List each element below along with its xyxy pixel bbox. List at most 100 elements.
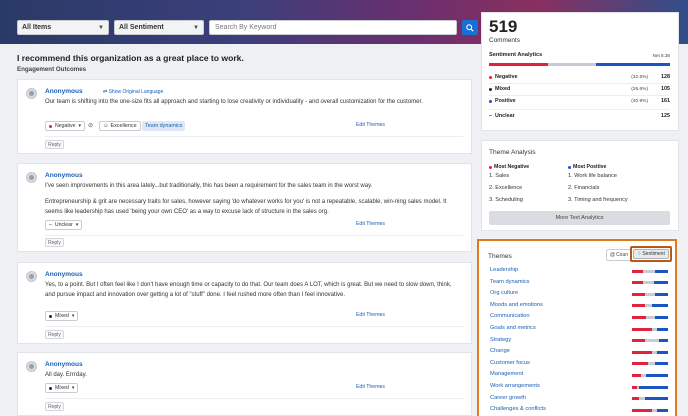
theme-name[interactable]: Org culture	[490, 290, 518, 296]
mixed-dot-icon	[49, 314, 52, 318]
show-language-label: Show Original Language	[108, 88, 164, 95]
theme-row[interactable]: Moods and emotions	[490, 302, 670, 313]
edit-themes-link[interactable]: Edit Themes	[356, 221, 385, 227]
negative-theme-item: 1. Sales	[489, 173, 510, 179]
theme-name[interactable]: Change	[490, 348, 510, 354]
theme-row[interactable]: Team dynamics	[490, 279, 670, 290]
search-button[interactable]	[462, 20, 478, 35]
edit-themes-link[interactable]: Edit Themes	[356, 384, 385, 390]
theme-bar-pos	[657, 327, 668, 331]
sentiment-dropdown[interactable]: Mixed ▾	[45, 311, 79, 321]
theme-name[interactable]: Communication	[490, 313, 530, 319]
divider	[489, 83, 670, 84]
sentiment-row-label: Unclear	[495, 113, 515, 119]
theme-name[interactable]: Work arrangements	[490, 383, 540, 389]
chevron-down-icon: ▾	[78, 123, 82, 129]
theme-row[interactable]: Communication	[490, 313, 670, 324]
sentiment-row-pct: (26.6%)	[631, 86, 648, 92]
theme-bar-neg	[632, 397, 640, 401]
theme-bar-neg	[632, 292, 645, 296]
edit-themes-link[interactable]: Edit Themes	[356, 312, 385, 318]
theme-name[interactable]: Strategy	[490, 337, 511, 343]
sentiment-row-negative[interactable]: Negative (32.5%) 128	[489, 74, 670, 80]
theme-name[interactable]: Customer focus	[490, 360, 530, 366]
filter-bar: All Items ▼ All Sentiment ▼ Search By Ke…	[17, 20, 478, 35]
sentiment-icon: ⁘	[637, 251, 642, 257]
theme-name[interactable]: Goals and metrics	[490, 325, 536, 331]
sentiment-row-unclear[interactable]: – Unclear 125	[489, 113, 670, 119]
theme-row[interactable]: Strategy	[490, 337, 670, 348]
theme-row[interactable]: Change	[490, 348, 670, 359]
theme-analysis-panel: Theme Analysis Most Negative Most Positi…	[481, 140, 679, 231]
theme-tag-excellence[interactable]: ☺ Excellence	[99, 121, 141, 131]
theme-sentiment-bar	[632, 292, 668, 296]
theme-bar-pos	[658, 339, 668, 343]
sentiment-bar-mixed	[547, 63, 596, 66]
sentiment-dropdown[interactable]: – Unclear ▾	[45, 220, 83, 230]
theme-sentiment-bar	[632, 350, 668, 354]
sentiment-dropdown[interactable]: Mixed ▾	[45, 383, 79, 393]
theme-bar-neg	[632, 327, 652, 331]
negative-theme-item: 2. Excellence	[489, 185, 523, 191]
theme-bar-neg	[632, 408, 652, 412]
theme-row[interactable]: Challenges & conflicts	[490, 406, 670, 416]
theme-row[interactable]: Org culture	[490, 290, 670, 301]
sentiment-row-count: 161	[661, 98, 670, 104]
theme-name[interactable]: Team dynamics	[490, 279, 530, 285]
sentiment-row-positive[interactable]: Positive (40.9%) 161	[489, 98, 670, 104]
comment-author: Anonymous	[45, 88, 83, 95]
theme-name[interactable]: Challenges & conflicts	[490, 406, 546, 412]
theme-name[interactable]: Career growth	[490, 395, 526, 401]
sentiment-row-mixed[interactable]: Mixed (26.6%) 105	[489, 86, 670, 92]
theme-row[interactable]: Work arrangements	[490, 383, 670, 394]
theme-sentiment-bar	[632, 315, 668, 319]
theme-bar-pos	[639, 385, 668, 389]
positive-theme-item: 2. Financials	[568, 185, 600, 191]
search-input[interactable]: Search By Keyword	[209, 20, 457, 35]
theme-name[interactable]: Leadership	[490, 267, 518, 273]
theme-bar-pos	[655, 292, 668, 296]
more-text-analytics-button[interactable]: More Text Analytics	[489, 211, 670, 225]
edit-themes-link[interactable]: Edit Themes	[356, 122, 385, 128]
sentiment-toggle-button[interactable]: ⁘ Sentiment	[633, 249, 669, 259]
items-select-label: All Items	[22, 24, 52, 31]
reply-button[interactable]: Reply	[45, 330, 64, 339]
theme-bar-pos	[657, 408, 668, 412]
comment-count: 519	[489, 17, 518, 36]
theme-name[interactable]: Management	[490, 371, 523, 377]
chevron-down-icon: ▾	[71, 313, 75, 319]
sentiment-dropdown[interactable]: Negative ▾	[45, 121, 86, 131]
sentiment-bar-positive	[595, 63, 670, 66]
theme-row[interactable]: Leadership	[490, 267, 670, 278]
count-toggle-button[interactable]: @ Coun	[606, 249, 632, 261]
comment-card: Anonymous Yes, to a point. But I often f…	[17, 262, 472, 344]
theme-bar-neg	[632, 373, 641, 377]
most-negative-heading: Most Negative	[489, 164, 529, 170]
theme-row[interactable]: Goals and metrics	[490, 325, 670, 336]
items-select[interactable]: All Items ▼	[17, 20, 109, 35]
mixed-dot-icon	[489, 87, 492, 91]
theme-sentiment-bar	[632, 362, 668, 366]
dash-icon: –	[49, 222, 52, 228]
theme-name[interactable]: Moods and emotions	[490, 302, 543, 308]
chevron-down-icon: ▾	[71, 385, 75, 391]
theme-sentiment-bar	[632, 269, 668, 273]
show-original-language-link[interactable]: ⇄ Show Original Language	[103, 89, 163, 95]
comment-count-label: Comments	[489, 37, 520, 44]
comment-text: Yes, to a point. But I often feel like I…	[45, 282, 452, 298]
sentiment-row-pct: (40.9%)	[631, 98, 648, 104]
sentiment-select[interactable]: All Sentiment ▼	[114, 20, 204, 35]
comment-text: All day. Errrday.	[45, 372, 87, 378]
theme-tag-team-dynamics[interactable]: Team dynamics	[142, 121, 186, 131]
theme-row[interactable]: Management	[490, 371, 670, 382]
theme-row[interactable]: Career growth	[490, 395, 670, 406]
theme-row[interactable]: Customer focus	[490, 360, 670, 371]
reply-button[interactable]: Reply	[45, 238, 64, 247]
reply-button[interactable]: Reply	[45, 402, 64, 411]
theme-bar-mix	[644, 339, 659, 343]
positive-dot-icon	[489, 99, 492, 103]
reply-button[interactable]: Reply	[45, 140, 64, 149]
divider	[45, 235, 463, 236]
positive-theme-item: 3. Timing and frequency	[568, 197, 628, 203]
positive-theme-item: 1. Work life balance	[568, 173, 618, 179]
